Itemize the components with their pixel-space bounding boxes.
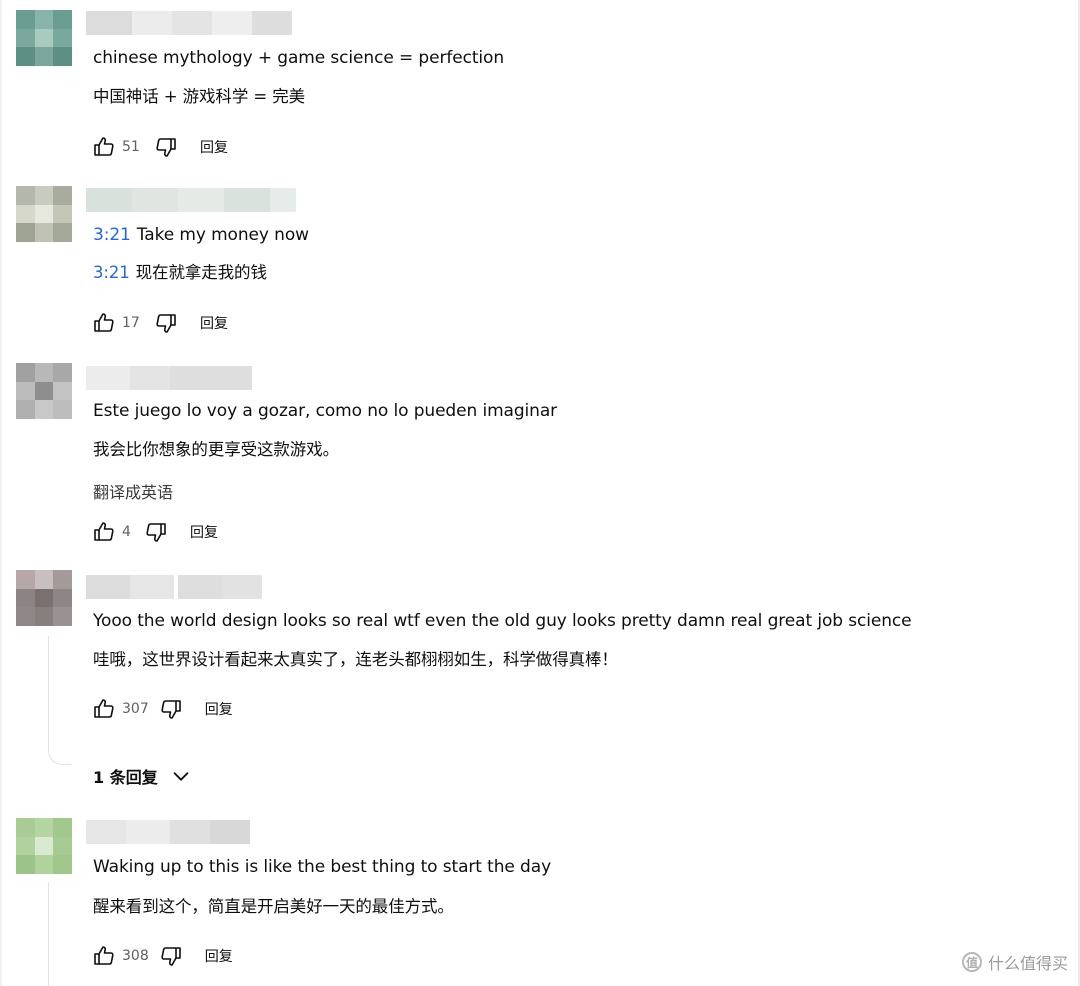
like-count: 51 bbox=[122, 139, 140, 155]
avatar[interactable] bbox=[16, 363, 72, 419]
reply-button[interactable]: 回复 bbox=[205, 946, 233, 966]
like-button[interactable] bbox=[90, 133, 118, 161]
timestamp-link[interactable]: 3:21 bbox=[93, 225, 131, 245]
dislike-button[interactable] bbox=[152, 133, 180, 161]
like-button[interactable] bbox=[90, 309, 118, 337]
comment-text: Este juego lo voy a gozar, como no lo pu… bbox=[93, 401, 558, 421]
thumbs-up-icon bbox=[94, 313, 114, 332]
comment-actions: 4 回复 bbox=[90, 518, 218, 546]
thumbs-up-icon bbox=[94, 699, 114, 718]
watermark: 值 什么值得买 bbox=[961, 950, 1068, 974]
comment-translation: 3:21 现在就拿走我的钱 bbox=[93, 262, 267, 284]
thumbs-up-icon bbox=[94, 946, 114, 965]
comment-actions: 17 回复 bbox=[90, 309, 228, 337]
dislike-button[interactable] bbox=[142, 518, 170, 546]
avatar[interactable] bbox=[16, 818, 72, 874]
comment-translation: 我会比你想象的更享受这款游戏。 bbox=[93, 440, 340, 459]
like-count: 307 bbox=[122, 701, 149, 717]
left-edge bbox=[0, 0, 2, 986]
view-replies-button[interactable]: 1 条回复 bbox=[93, 764, 192, 788]
like-button[interactable] bbox=[90, 695, 118, 723]
reply-thread-line bbox=[48, 882, 49, 986]
comment-text-body: Take my money now bbox=[136, 225, 309, 245]
thumbs-down-icon bbox=[156, 138, 176, 157]
comment-text: Waking up to this is like the best thing… bbox=[93, 857, 552, 877]
comment-actions: 308 回复 bbox=[90, 942, 233, 970]
comment-actions: 51 回复 bbox=[90, 133, 228, 161]
thumbs-down-icon bbox=[161, 947, 181, 966]
avatar[interactable] bbox=[16, 570, 72, 626]
like-count: 17 bbox=[122, 315, 140, 331]
avatar[interactable] bbox=[16, 186, 72, 242]
like-count: 308 bbox=[122, 948, 149, 964]
username-redacted[interactable] bbox=[86, 366, 252, 390]
reply-button[interactable]: 回复 bbox=[200, 137, 228, 157]
like-count: 4 bbox=[122, 524, 131, 540]
chevron-down-icon bbox=[173, 772, 189, 781]
comment-text: 3:21 Take my money now bbox=[93, 224, 309, 246]
translate-to-english-link[interactable]: 翻译成英语 bbox=[93, 482, 173, 504]
comment-translation-body: 现在就拿走我的钱 bbox=[135, 263, 267, 282]
comment-translation: 中国神话 + 游戏科学 = 完美 bbox=[93, 87, 306, 106]
avatar[interactable] bbox=[16, 10, 72, 66]
watermark-text: 什么值得买 bbox=[987, 954, 1068, 973]
thumbs-down-icon bbox=[146, 523, 166, 542]
comment-text: Yooo the world design looks so real wtf … bbox=[93, 611, 912, 631]
thumbs-up-icon bbox=[94, 522, 114, 541]
timestamp-link[interactable]: 3:21 bbox=[93, 263, 130, 282]
thumbs-down-icon bbox=[161, 700, 181, 719]
comment-translation: 醒来看到这个，简直是开启美好一天的最佳方式。 bbox=[93, 897, 454, 916]
dislike-button[interactable] bbox=[157, 942, 185, 970]
username-redacted[interactable] bbox=[86, 11, 292, 35]
like-button[interactable] bbox=[90, 942, 118, 970]
comment-translation: 哇哦，这世界设计看起来太真实了，连老头都栩栩如生，科学做得真棒！ bbox=[93, 650, 618, 669]
replies-count-label: 1 条回复 bbox=[93, 768, 158, 787]
comment-actions: 307 回复 bbox=[90, 695, 233, 723]
username-redacted[interactable] bbox=[86, 820, 250, 844]
username-redacted[interactable] bbox=[86, 188, 296, 212]
watermark-logo: 值 bbox=[961, 952, 982, 972]
reply-button[interactable]: 回复 bbox=[200, 313, 228, 333]
comment-text: chinese mythology + game science = perfe… bbox=[93, 48, 505, 68]
thumbs-down-icon bbox=[156, 314, 176, 333]
reply-button[interactable]: 回复 bbox=[190, 522, 218, 542]
reply-thread-line bbox=[48, 636, 71, 765]
thumbs-up-icon bbox=[94, 137, 114, 156]
dislike-button[interactable] bbox=[152, 309, 180, 337]
username-redacted[interactable] bbox=[86, 575, 262, 599]
like-button[interactable] bbox=[90, 518, 118, 546]
reply-button[interactable]: 回复 bbox=[205, 699, 233, 719]
dislike-button[interactable] bbox=[157, 695, 185, 723]
